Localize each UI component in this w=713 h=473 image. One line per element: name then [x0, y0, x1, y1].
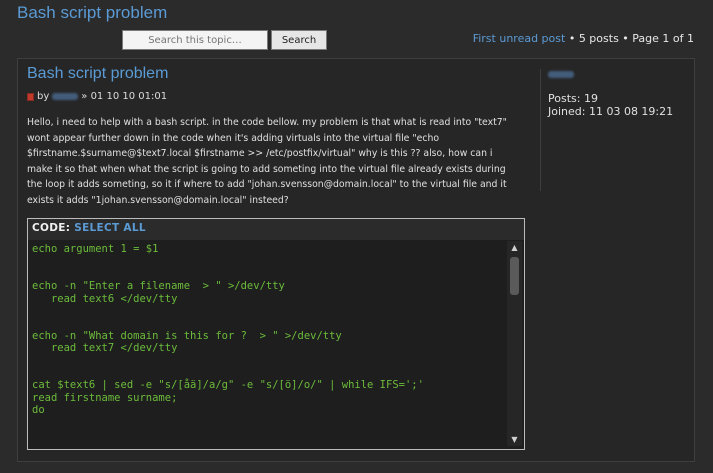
topic-title[interactable]: Bash script problem [17, 3, 167, 23]
post-by-label: by [37, 91, 50, 102]
code-line: do [32, 404, 45, 417]
code-box: CODE: SELECT ALL echo argument 1 = $1 ech… [27, 218, 525, 450]
scroll-thumb[interactable] [510, 257, 519, 295]
author-profile: Posts: 19 Joined: 11 03 08 19:21 [548, 71, 673, 118]
code-line: echo -n "Enter a filename > " >/dev/tty [32, 280, 285, 293]
code-scrollbar[interactable]: ▲ ▼ [507, 241, 522, 446]
code-label: CODE: [32, 222, 71, 234]
code-line: read firstname surname; [32, 391, 178, 404]
post-date: » 01 10 10 01:01 [81, 91, 168, 102]
search-button[interactable]: Search [271, 30, 327, 50]
post-icon[interactable] [27, 92, 34, 101]
code-line: cat $text6 | sed -e "s/[åä]/a/g" -e "s/[… [32, 379, 424, 392]
select-all-link[interactable]: SELECT ALL [74, 222, 146, 234]
profile-name-blurred[interactable] [548, 71, 574, 78]
code-line: echo argument 1 = $1 [32, 243, 159, 255]
code-line: echo -n "What domain is this for ? > " >… [32, 329, 342, 342]
scroll-track[interactable] [510, 255, 519, 432]
profile-posts: Posts: 19 [548, 92, 598, 105]
code-area[interactable]: echo argument 1 = $1 echo -n "Enter a fil… [28, 240, 524, 449]
pagination-summary: • 5 posts • Page 1 of 1 [568, 32, 694, 45]
first-unread-post-link[interactable]: First unread post [473, 32, 566, 45]
pagination: First unread post • 5 posts • Page 1 of … [473, 32, 694, 45]
scroll-up-arrow-icon[interactable]: ▲ [507, 241, 522, 254]
search-topic-input[interactable] [122, 30, 268, 50]
code-line: read text7 </dev/tty [32, 342, 178, 355]
profile-joined: Joined: 11 03 08 19:21 [548, 105, 674, 118]
post-body-text: Hello, i need to help with a bash script… [27, 117, 507, 206]
code-lines: echo argument 1 = $1 echo -n "Enter a fil… [32, 243, 424, 416]
author-name-blurred[interactable] [52, 93, 79, 100]
code-line: read text6 </dev/tty [32, 292, 178, 305]
post-title[interactable]: Bash script problem [27, 65, 168, 83]
post-meta: by » 01 10 10 01:01 [27, 91, 167, 102]
code-header: CODE: SELECT ALL [32, 222, 146, 234]
post-body: Hello, i need to help with a bash script… [27, 115, 517, 209]
scroll-down-arrow-icon[interactable]: ▼ [507, 433, 522, 446]
post: Bash script problem by » 01 10 10 01:01 … [17, 58, 695, 462]
profile-divider [540, 69, 541, 191]
